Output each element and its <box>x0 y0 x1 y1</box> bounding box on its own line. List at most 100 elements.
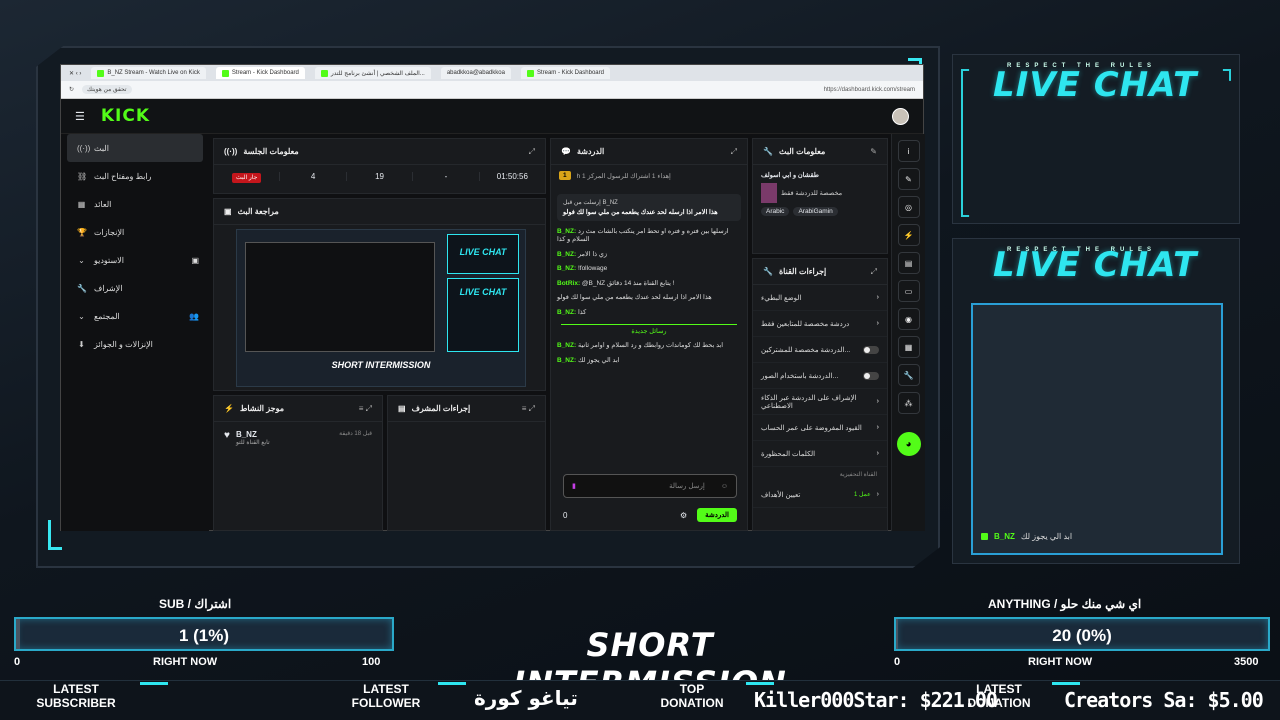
overlay-chat-user: B_NZ <box>994 532 1015 541</box>
channel-setting-row[interactable]: القيود المفروضة على عمر الحساب › <box>753 415 887 441</box>
activity-item: ♥ B_NZ تابع القناة للتو قبل 18 دقيقة <box>214 422 382 454</box>
sidebar-item-studio[interactable]: ⌄ الاستوديو ▣ <box>61 246 209 274</box>
chat-messages: B_NZ: ارسلها بين فتره و فتره او تحط امر … <box>551 225 747 320</box>
sidebar-item-moderation[interactable]: 🔧 الإشراف <box>61 274 209 302</box>
sidebar-item-drops[interactable]: ⬇ الإنزالات و الجوائز <box>61 330 209 358</box>
chat-username[interactable]: B_NZ: <box>557 342 576 349</box>
latest-follower-value: تياغو كورة <box>474 686 579 710</box>
channel-settings: الوضع البطيء › دردشة مخصصة للمتابعين فقط › ا… <box>753 285 887 467</box>
popout-icon[interactable]: ⤢ <box>731 147 737 157</box>
edit-icon[interactable]: ✎ <box>897 168 920 190</box>
rank-badge: 1 <box>559 171 571 180</box>
overlay-chat-msg: ابد الي يجوز لك <box>1020 532 1073 541</box>
broadcast-icon[interactable]: ◉ <box>897 308 920 330</box>
latest-subscriber-label: LATEST SUBSCRIBER <box>36 682 116 710</box>
channel-setting-row[interactable]: الدردشة مخصصة للمشتركين... <box>753 337 887 363</box>
sidebar-item-community[interactable]: ⌄ المجتمع 👥 <box>61 302 209 330</box>
toggle-switch[interactable] <box>863 345 879 354</box>
doc-icon[interactable]: ▤ <box>897 252 920 274</box>
window-controls[interactable]: ✕ ‹ › <box>69 70 81 77</box>
activity-user: B_NZ <box>235 430 257 439</box>
share-icon[interactable]: ⁂ <box>897 392 920 414</box>
chat-icon[interactable]: ▭ <box>897 280 920 302</box>
kick-logo[interactable]: KICK <box>101 106 150 126</box>
channel-setting-row[interactable]: الوضع البطيء › <box>753 285 887 311</box>
url-field[interactable]: https://dashboard.kick.com/stream <box>824 87 915 93</box>
emoji-icon[interactable]: ☺ <box>721 483 728 490</box>
profile-chip[interactable]: تحقق من هويتك <box>82 85 132 94</box>
sidebar-item-revenue[interactable]: ▦ العائد <box>61 190 209 218</box>
category-name: مخصصة للدردشة فقط <box>781 190 843 197</box>
sub-goal-max: 100 <box>362 656 381 668</box>
chat-input[interactable]: ▮ إرسل رسالة ☺ <box>563 474 737 498</box>
stream-preview[interactable]: LIVE CHAT LIVE CHAT SHORT INTERMISSION <box>236 229 526 387</box>
filter-icon[interactable]: ≡ ⤢ <box>522 404 535 414</box>
target-icon[interactable]: ◎ <box>897 196 920 218</box>
sidebar-item-label: الاستوديو <box>94 255 124 265</box>
panel-header: 🔧 إجراءات القناة ⤢ <box>753 259 887 285</box>
edit-icon[interactable]: ✎ <box>870 147 877 156</box>
stream-title: طقشان و ابي اسولف <box>761 172 819 179</box>
sidebar-item-achievements[interactable]: 🏆 الإنجازات <box>61 218 209 246</box>
preview-browser <box>245 242 435 352</box>
chevron-down-icon: ⌄ <box>78 255 85 265</box>
toggle-switch[interactable] <box>863 371 879 380</box>
popout-icon[interactable]: ⤢ <box>871 267 877 277</box>
panel-header: ▣ مراجعة البث <box>214 199 545 225</box>
panel-title: معلومات البث <box>778 147 826 156</box>
chat-username[interactable]: B_NZ: <box>557 228 576 235</box>
layout-icon[interactable]: ▦ <box>897 336 920 358</box>
setting-label: الدردشة مخصصة للمشتركين... <box>761 346 851 354</box>
preview-panel: ▣ مراجعة البث LIVE CHAT LIVE CHAT SHORT I… <box>213 198 546 391</box>
tab[interactable]: Stream - Kick Dashboard <box>215 67 305 79</box>
chat-text: ابد الي يجوز لك <box>577 356 620 364</box>
chat-username[interactable]: B_NZ: <box>557 357 576 364</box>
chat-message: B_NZ: ابد بحط لك كوماندات روابطك و رد ال… <box>551 339 747 353</box>
bolt-icon[interactable]: ⚡ <box>897 224 920 246</box>
panel-header: ⚡ موجز النشاط ≡ ⤢ <box>214 396 382 422</box>
channel-setting-row[interactable]: الكلمات المحظورة › <box>753 441 887 467</box>
chat-panel: 💬 الدردشة ⤢ 1 h إهداء 1 اشتراك للرسول المرك… <box>550 138 748 531</box>
support-icon[interactable]: ◕ <box>896 432 921 456</box>
send-button[interactable]: الدردشة <box>697 508 737 522</box>
kick-icon <box>981 533 988 540</box>
channel-setting-row[interactable]: الإشراف على الدردشة عبر الذكاء الاصطناعي… <box>753 389 887 415</box>
chat-text: @B_NZ يتابع القناة منذ 14 دقائق ! <box>581 279 675 287</box>
menu-icon[interactable]: ☰ <box>75 110 85 123</box>
stat-value: - <box>413 171 480 181</box>
chat-username[interactable]: B_NZ: <box>557 309 576 316</box>
tab[interactable]: abadkkoa@abadkkoa <box>440 67 511 79</box>
chat-message: B_NZ: زي ذا الامر <box>551 248 747 262</box>
chat-username[interactable]: B_NZ: <box>557 265 576 272</box>
tab[interactable]: B_NZ Stream - Watch Live on Kick <box>91 67 206 79</box>
chat-footer: 0 ⚙ الدردشة <box>563 506 737 524</box>
sidebar-item-stream-key[interactable]: ⛓ رابط ومفتاح البث <box>61 162 209 190</box>
sub-goal-value: 1 (1%) <box>178 626 230 645</box>
tab[interactable]: الملف الشخصي | أنشئ برنامج للتدر... <box>314 67 431 79</box>
sidebar-item-stream[interactable]: ((·)) البث <box>67 134 203 162</box>
chat-username[interactable]: BotRix: <box>557 280 580 287</box>
settings-icon[interactable]: ⚙ <box>680 511 687 520</box>
info-icon[interactable]: i <box>897 140 920 162</box>
channel-setting-row[interactable]: دردشة مخصصة للمتابعين فقط › <box>753 311 887 337</box>
tag[interactable]: Arabic <box>761 207 790 216</box>
filter-icon[interactable]: ≡ ⤢ <box>359 404 372 414</box>
kick-favicon <box>221 69 229 77</box>
tag[interactable]: ArabiGamin <box>793 207 838 216</box>
tab[interactable]: Stream - Kick Dashboard <box>520 67 610 79</box>
chat-text: !followage <box>577 265 608 273</box>
chat-username[interactable]: B_NZ: <box>557 251 576 258</box>
trophy-icon: 🏆 <box>77 227 87 237</box>
goal-row[interactable]: تعيين الأهداف عمل 1 › <box>753 482 887 508</box>
channel-setting-row[interactable]: الدردشة باستخدام الصور... <box>753 363 887 389</box>
sub-goal-bar: 1 (1%) <box>14 617 394 651</box>
cyan-accent <box>1052 682 1080 685</box>
pinned-message[interactable]: إرسلت من قبل B_NZ هذا الامر اذا ارسله لح… <box>557 194 741 221</box>
avatar[interactable] <box>892 107 909 125</box>
sidebar-item-label: المجتمع <box>94 311 120 321</box>
stat-value: 01:50:56 <box>496 171 528 181</box>
wrench-icon[interactable]: 🔧 <box>897 364 920 386</box>
popout-icon[interactable]: ⤢ <box>529 147 535 157</box>
session-panel: ((·)) معلومات الجلسة ⤢ جار البث 4 19 - 01:… <box>213 138 546 194</box>
reload-icon[interactable]: ↻ <box>69 86 74 93</box>
